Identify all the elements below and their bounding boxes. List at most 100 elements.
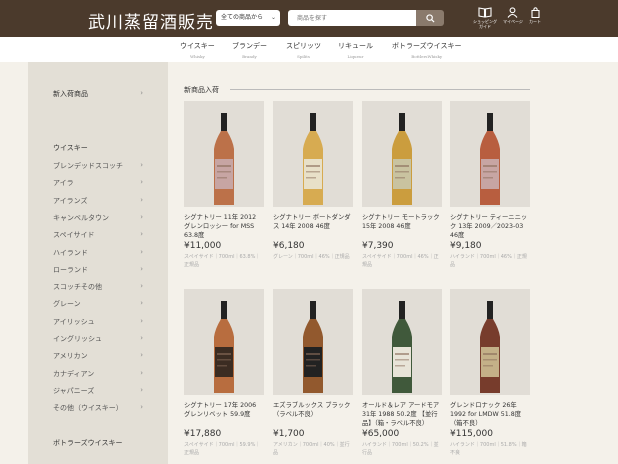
product-image[interactable] [450, 289, 530, 395]
site-header: 武川蒸留酒販売 全ての商品から ⌄ ショッピング ガイド マイページ カート [0, 0, 618, 37]
sidebar-item-whisky-13[interactable]: ジャパニーズ › [53, 386, 143, 396]
nav-label: リキュール [338, 42, 373, 50]
product-card[interactable]: エズラブルックス ブラック（ラベル不良） ¥1,700 アメリカン｜700ml｜40… [273, 289, 353, 457]
bottle-icon [303, 301, 323, 393]
chevron-down-icon: ⌄ [270, 14, 276, 21]
mypage-label: マイページ [503, 19, 523, 24]
product-card[interactable]: シグナトリー ティーニニック 13年 2009／2023-03 46度 ¥9,18… [450, 101, 530, 269]
nav-bottlers-whisky[interactable]: ボトラーズウイスキー BottlersWhisky [392, 41, 461, 59]
product-name[interactable]: シグナトリー ボートダンダス 14年 2008 46度 [273, 213, 353, 240]
sidebar-item-whisky-5[interactable]: ハイランド › [53, 248, 143, 258]
product-image[interactable] [184, 101, 264, 207]
category-select[interactable]: 全ての商品から ⌄ [216, 10, 280, 26]
shopping-guide-icon [478, 7, 492, 18]
sidebar-item-whisky-12[interactable]: カナディアン › [53, 369, 143, 379]
product-price: ¥115,000 [450, 429, 493, 439]
chevron-right-icon: › [140, 178, 143, 187]
site-logo[interactable]: 武川蒸留酒販売 [88, 8, 214, 33]
cart-label: カート [529, 19, 541, 24]
nav-liqueur[interactable]: リキュール Liqueur [338, 41, 373, 59]
search-icon [425, 13, 435, 23]
nav-spirits[interactable]: スピリッツ Spilits [286, 41, 321, 59]
chevron-right-icon: › [140, 316, 143, 325]
search-button[interactable] [416, 10, 444, 26]
product-image[interactable] [184, 289, 264, 395]
product-image[interactable] [362, 101, 442, 207]
chevron-right-icon: › [140, 161, 143, 169]
shopping-guide-link[interactable]: ショッピング ガイド [473, 7, 497, 29]
product-name[interactable]: シグナトリー モートラック 15年 2008 46度 [362, 213, 442, 240]
sidebar-item-whisky-14[interactable]: その他（ウイスキー） › [53, 403, 143, 413]
product-image[interactable] [362, 289, 442, 395]
category-nav: ウイスキー Whisky ブランデー Brandy スピリッツ Spilits … [0, 37, 618, 62]
sidebar-item-whisky-3[interactable]: キャンベルタウン › [53, 213, 143, 223]
product-price: ¥11,000 [184, 241, 222, 251]
product-details: スペイサイド｜700ml｜63.8%｜正規品 [184, 254, 261, 268]
product-name[interactable]: オールド＆レア アードモア 31年 1988 50.2度 【並行品】（箱・ラベル… [362, 401, 442, 428]
bottle-icon [303, 113, 323, 205]
product-name[interactable]: エズラブルックス ブラック（ラベル不良） [273, 401, 353, 428]
sidebar-item-label: カナディアン [53, 369, 95, 378]
chevron-right-icon: › [140, 264, 143, 273]
sidebar-item-label: その他（ウイスキー） [53, 404, 123, 413]
sidebar-item-label: ローランド [53, 265, 88, 274]
sidebar-heading-whisky: ウイスキー [53, 144, 88, 152]
chevron-right-icon: › [140, 334, 143, 342]
product-card[interactable]: シグナトリー 17年 2006 グレンリベット 59.9度 ¥17,880 スペイサ… [184, 289, 264, 457]
sidebar-item-whisky-10[interactable]: イングリッシュ › [53, 334, 143, 344]
sidebar-item-whisky-4[interactable]: スペイサイド › [53, 230, 143, 240]
nav-sublabel: Brandy [242, 54, 257, 59]
product-name[interactable]: シグナトリー ティーニニック 13年 2009／2023-03 46度 [450, 213, 530, 240]
product-card[interactable]: シグナトリー 11年 2012 グレンロッシー for MSS 63.8度 ¥11… [184, 101, 264, 269]
product-name[interactable]: シグナトリー 11年 2012 グレンロッシー for MSS 63.8度 [184, 213, 264, 240]
search-input[interactable] [288, 10, 416, 26]
sidebar-item-whisky-0[interactable]: ブレンデッドスコッチ › [53, 161, 143, 171]
sidebar-item-label: アイランズ [53, 196, 88, 205]
sidebar-item-new-arrivals[interactable]: 新入荷商品 › [53, 89, 143, 99]
product-details: グレーン｜700ml｜46%｜正規品 [273, 254, 350, 260]
product-name[interactable]: グレンドロナック 26年 1992 for LMDW 51.8度 （箱不良） [450, 401, 530, 428]
sidebar-item-whisky-1[interactable]: アイラ › [53, 178, 143, 188]
product-image[interactable] [273, 101, 353, 207]
sidebar-heading-bottlers: ボトラーズウイスキー [53, 439, 123, 447]
product-details: スペイサイド｜700ml｜46%｜正規品 [362, 254, 439, 268]
category-select-value: 全ての商品から [221, 14, 264, 21]
product-card[interactable]: オールド＆レア アードモア 31年 1988 50.2度 【並行品】（箱・ラベル… [362, 289, 442, 457]
product-details: ハイランド｜700ml｜51.8%｜箱不良 [450, 442, 527, 456]
nav-whisky[interactable]: ウイスキー Whisky [180, 41, 215, 59]
sidebar-item-whisky-6[interactable]: ローランド › [53, 265, 143, 275]
nav-brandy[interactable]: ブランデー Brandy [232, 41, 267, 59]
product-card[interactable]: シグナトリー ボートダンダス 14年 2008 46度 ¥6,180 グレーン｜70… [273, 101, 353, 261]
sidebar: 新入荷商品 › ウイスキー ボトラーズウイスキー ブレンデッドスコッチ › アイラ ›… [28, 62, 168, 464]
nav-label: ブランデー [232, 42, 267, 50]
chevron-right-icon: › [140, 368, 143, 377]
sidebar-item-label: イングリッシュ [53, 335, 102, 343]
product-price: ¥9,180 [450, 241, 482, 251]
chevron-right-icon: › [140, 230, 143, 239]
sidebar-item-label: グレーン [53, 300, 81, 309]
shopping-guide-label-2: ガイド [479, 24, 491, 29]
sidebar-item-whisky-11[interactable]: アメリカン › [53, 351, 143, 361]
product-card[interactable]: シグナトリー モートラック 15年 2008 46度 ¥7,390 スペイサイド｜7… [362, 101, 442, 269]
product-price: ¥6,180 [273, 241, 305, 251]
user-icon [508, 7, 518, 18]
chevron-right-icon: › [140, 299, 143, 308]
product-details: アメリカン｜700ml｜40%｜並行品 [273, 442, 350, 456]
sidebar-item-whisky-7[interactable]: スコッチその他 › [53, 282, 143, 292]
product-name[interactable]: シグナトリー 17年 2006 グレンリベット 59.9度 [184, 401, 264, 428]
sidebar-item-label: スコッチその他 [53, 283, 102, 292]
product-card[interactable]: グレンドロナック 26年 1992 for LMDW 51.8度 （箱不良） ¥1… [450, 289, 530, 457]
sidebar-item-whisky-8[interactable]: グレーン › [53, 299, 143, 309]
cart-link[interactable]: カート [529, 7, 541, 24]
mypage-link[interactable]: マイページ [503, 7, 523, 24]
bottle-icon [392, 113, 412, 205]
chevron-right-icon: › [140, 351, 143, 360]
product-image[interactable] [450, 101, 530, 207]
bottle-icon [214, 113, 234, 205]
sidebar-item-whisky-2[interactable]: アイランズ › [53, 196, 143, 206]
sidebar-item-whisky-9[interactable]: アイリッシュ › [53, 317, 143, 327]
chevron-right-icon: › [140, 385, 143, 394]
product-image[interactable] [273, 289, 353, 395]
chevron-right-icon: › [140, 403, 143, 412]
sidebar-item-label: スペイサイド [53, 231, 95, 240]
